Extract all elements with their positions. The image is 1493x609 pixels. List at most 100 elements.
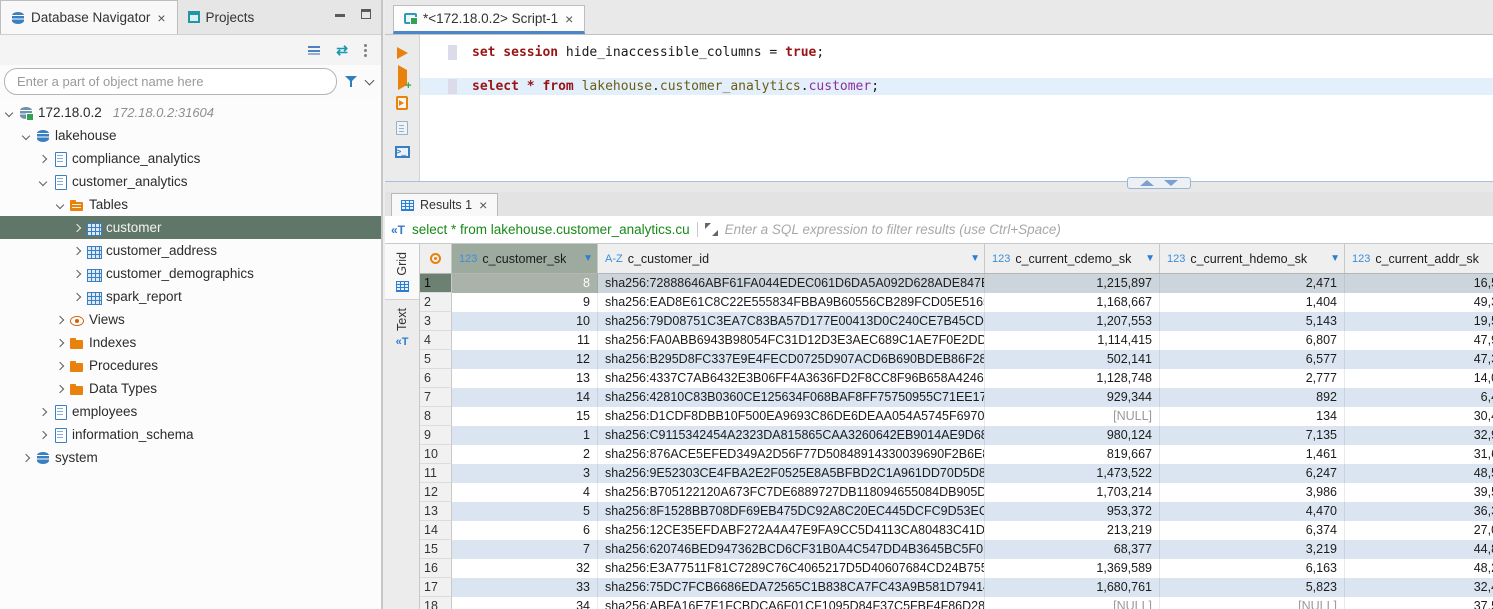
row-number[interactable]: 8 xyxy=(420,407,452,426)
grid-cell[interactable]: 68,377 xyxy=(985,540,1160,559)
expander-collapsed-icon[interactable] xyxy=(73,292,81,300)
tree-item-tables[interactable]: Tables xyxy=(0,193,381,216)
grid-cell[interactable]: 6,807 xyxy=(1160,331,1345,350)
grid-cell[interactable]: 3 xyxy=(452,464,598,483)
row-number[interactable]: 2 xyxy=(420,293,452,312)
grid-cell[interactable]: sha256:B295D8FC337E9E4FECD0725D907ACD6B6… xyxy=(598,350,985,369)
tab-results-1[interactable]: Results 1 × xyxy=(391,193,498,216)
grid-cell[interactable]: 1,680,761 xyxy=(985,578,1160,597)
expander-collapsed-icon[interactable] xyxy=(73,269,81,277)
grid-cell[interactable]: 14,00 xyxy=(1345,369,1493,388)
grid-cell[interactable]: 2,777 xyxy=(1160,369,1345,388)
code-line[interactable]: set session hide_inaccessible_columns = … xyxy=(420,44,1493,61)
grid-cell[interactable]: sha256:ABFA16E7F1FCBDCA6F01CF1095D84F37C… xyxy=(598,597,985,609)
execute-script-icon[interactable] xyxy=(396,96,408,110)
grid-cell[interactable]: 16,59 xyxy=(1345,274,1493,293)
grid-cell[interactable]: 30,46 xyxy=(1345,407,1493,426)
explain-plan-icon[interactable] xyxy=(396,121,408,135)
tree-item-information-schema[interactable]: information_schema xyxy=(0,423,381,446)
column-dropdown-icon[interactable]: ▼ xyxy=(583,253,593,264)
grid-cell[interactable]: 48,57 xyxy=(1345,464,1493,483)
grid-cell[interactable]: 39,55 xyxy=(1345,483,1493,502)
row-number[interactable]: 1 xyxy=(420,274,452,293)
grid-cell[interactable]: 6 xyxy=(452,521,598,540)
row-number[interactable]: 3 xyxy=(420,312,452,331)
grid-cell[interactable]: 5 xyxy=(452,502,598,521)
grid-cell[interactable]: 892 xyxy=(1160,388,1345,407)
grid-cell[interactable]: 1,404 xyxy=(1160,293,1345,312)
editor-results-splitter[interactable] xyxy=(385,181,1493,192)
grid-cell[interactable]: 1,473,522 xyxy=(985,464,1160,483)
grid-cell[interactable]: 44,81 xyxy=(1345,540,1493,559)
grid-cell[interactable]: sha256:620746BED947362BCD6CF31B0A4C547DD… xyxy=(598,540,985,559)
grid-cell[interactable]: sha256:79D08751C3EA7C83BA57D177E00413D0C… xyxy=(598,312,985,331)
tree-item-procedures[interactable]: Procedures xyxy=(0,354,381,377)
grid-cell[interactable]: 3,219 xyxy=(1160,540,1345,559)
expander-collapsed-icon[interactable] xyxy=(22,453,30,461)
expander-collapsed-icon[interactable] xyxy=(56,384,64,392)
collapse-all-icon[interactable] xyxy=(308,46,320,55)
column-dropdown-icon[interactable]: ▼ xyxy=(970,253,980,264)
grid-cell[interactable]: 32 xyxy=(452,559,598,578)
grid-cell[interactable]: sha256:E3A77511F81C7289C76C4065217D5D406… xyxy=(598,559,985,578)
grid-cell[interactable]: sha256:12CE35EFDABF272A4A47E9FA9CC5D4113… xyxy=(598,521,985,540)
tree-item-172-18-0-2[interactable]: 172.18.0.2172.18.0.2:31604 xyxy=(0,101,381,124)
grid-cell[interactable]: 6,44 xyxy=(1345,388,1493,407)
grid-cell[interactable]: 8 xyxy=(452,274,598,293)
column-header-c_customer_id[interactable]: A-Zc_customer_id▼ xyxy=(598,244,985,273)
column-header-c_current_cdemo_sk[interactable]: 123c_current_cdemo_sk▼ xyxy=(985,244,1160,273)
expander-expanded-icon[interactable] xyxy=(39,177,47,185)
tree-item-indexes[interactable]: Indexes xyxy=(0,331,381,354)
tree-item-data-types[interactable]: Data Types xyxy=(0,377,381,400)
grid-cell[interactable]: 31,65 xyxy=(1345,445,1493,464)
grid-cell[interactable]: sha256:B705122120A673FC7DE6889727DB11809… xyxy=(598,483,985,502)
tree-item-system[interactable]: system xyxy=(0,446,381,469)
grid-cell[interactable]: 13 xyxy=(452,369,598,388)
grid-cell[interactable]: 134 xyxy=(1160,407,1345,426)
expander-collapsed-icon[interactable] xyxy=(73,246,81,254)
expander-expanded-icon[interactable] xyxy=(56,200,64,208)
expand-filter-icon[interactable] xyxy=(705,223,718,236)
grid-cell[interactable]: 980,124 xyxy=(985,426,1160,445)
close-icon[interactable]: × xyxy=(156,11,166,25)
grid-cell[interactable]: [NULL] xyxy=(985,597,1160,609)
grid-cell[interactable]: 36,36 xyxy=(1345,502,1493,521)
grid-cell[interactable]: sha256:876ACE5EFED349A2D56F77D5084891433… xyxy=(598,445,985,464)
tree-item-customer[interactable]: customer xyxy=(0,216,381,239)
grid-cell[interactable]: 5,823 xyxy=(1160,578,1345,597)
grid-cell[interactable]: sha256:42810C83B0360CE125634F068BAF8FF75… xyxy=(598,388,985,407)
row-number[interactable]: 11 xyxy=(420,464,452,483)
row-number[interactable]: 9 xyxy=(420,426,452,445)
grid-cell[interactable]: 1,215,897 xyxy=(985,274,1160,293)
side-tab-grid[interactable]: Grid xyxy=(385,244,419,300)
grid-cell[interactable]: 7 xyxy=(452,540,598,559)
column-header-c_current_hdemo_sk[interactable]: 123c_current_hdemo_sk▼ xyxy=(1160,244,1345,273)
grid-cell[interactable]: 49,38 xyxy=(1345,293,1493,312)
side-tab-text[interactable]: Text«T xyxy=(385,300,419,355)
code-line[interactable] xyxy=(420,61,1493,78)
row-number[interactable]: 12 xyxy=(420,483,452,502)
execute-statement-icon[interactable] xyxy=(397,47,408,59)
tab-sql-script[interactable]: *<172.18.0.2> Script-1 × xyxy=(393,5,585,34)
grid-cell[interactable]: 819,667 xyxy=(985,445,1160,464)
expander-collapsed-icon[interactable] xyxy=(56,361,64,369)
tree-item-customer-address[interactable]: customer_address xyxy=(0,239,381,262)
row-number[interactable]: 17 xyxy=(420,578,452,597)
row-number[interactable]: 6 xyxy=(420,369,452,388)
row-number[interactable]: 15 xyxy=(420,540,452,559)
grid-cell[interactable]: 37,50 xyxy=(1345,597,1493,609)
sql-console-icon[interactable] xyxy=(395,146,410,158)
tree-item-views[interactable]: Views xyxy=(0,308,381,331)
expander-collapsed-icon[interactable] xyxy=(39,407,47,415)
tree-item-lakehouse[interactable]: lakehouse xyxy=(0,124,381,147)
row-number[interactable]: 4 xyxy=(420,331,452,350)
grid-cell[interactable]: sha256:9E52303CE4FBA2E2F0525E8A5BFBD2C1A… xyxy=(598,464,985,483)
expander-expanded-icon[interactable] xyxy=(22,131,30,139)
grid-cell[interactable]: [NULL] xyxy=(985,407,1160,426)
link-with-editor-icon[interactable]: ⇄ xyxy=(336,43,348,57)
expander-collapsed-icon[interactable] xyxy=(39,430,47,438)
grid-cell[interactable]: [NULL] xyxy=(1160,597,1345,609)
row-number[interactable]: 18 xyxy=(420,597,452,609)
grid-cell[interactable]: 4 xyxy=(452,483,598,502)
row-number[interactable]: 7 xyxy=(420,388,452,407)
